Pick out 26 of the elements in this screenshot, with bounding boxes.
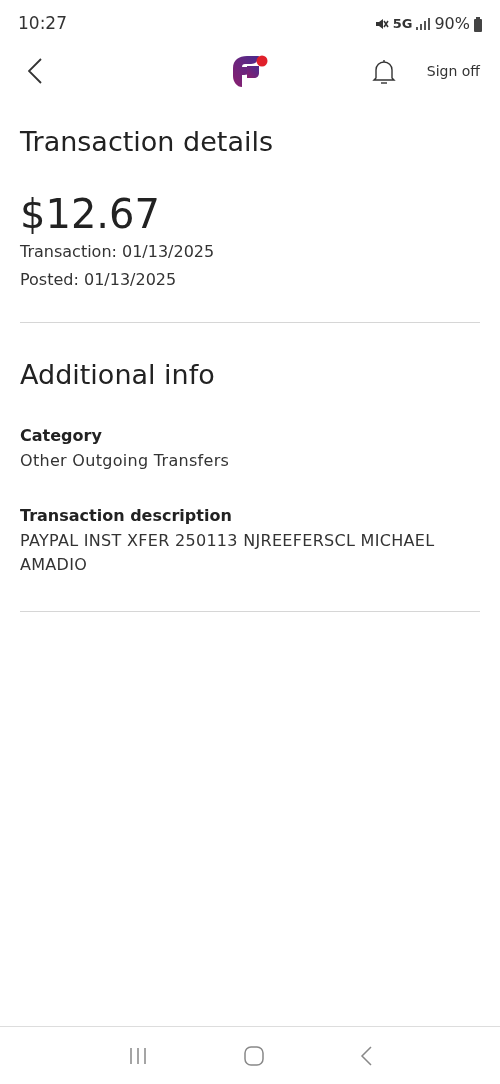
- sign-off-button[interactable]: Sign off: [426, 60, 480, 82]
- battery-icon: [474, 16, 482, 32]
- system-back-button[interactable]: [360, 1045, 372, 1066]
- notifications-button[interactable]: [370, 57, 397, 85]
- signal-icon: [416, 18, 431, 30]
- field-label: Transaction description: [20, 505, 233, 527]
- date-text: Posted: 01/13/2025: [20, 269, 178, 291]
- mute-icon: [374, 17, 389, 31]
- field-value: Other Outgoing Transfers: [20, 450, 231, 472]
- battery-percent: 90%: [434, 13, 470, 35]
- app-logo-icon: [231, 54, 269, 90]
- amount: $12.67: [20, 190, 161, 238]
- network-label: 5G: [392, 15, 413, 34]
- page-title: Transaction details: [20, 125, 274, 159]
- home-icon: [244, 1045, 264, 1066]
- section-title: Additional info: [20, 358, 216, 392]
- bell-icon: [371, 57, 396, 85]
- date-text: Transaction: 01/13/2025: [20, 241, 216, 263]
- recent-apps-button[interactable]: [128, 1046, 148, 1065]
- back-icon: [360, 1045, 372, 1066]
- status-time: 10:27: [18, 12, 67, 36]
- back-icon: [28, 58, 42, 84]
- field-label: Category: [20, 425, 103, 447]
- home-button[interactable]: [244, 1045, 264, 1066]
- field-value: PAYPAL INST XFER 250113 NJREEFERSCL MICHAEL AMADIO: [20, 530, 436, 576]
- recent-apps-icon: [128, 1046, 148, 1065]
